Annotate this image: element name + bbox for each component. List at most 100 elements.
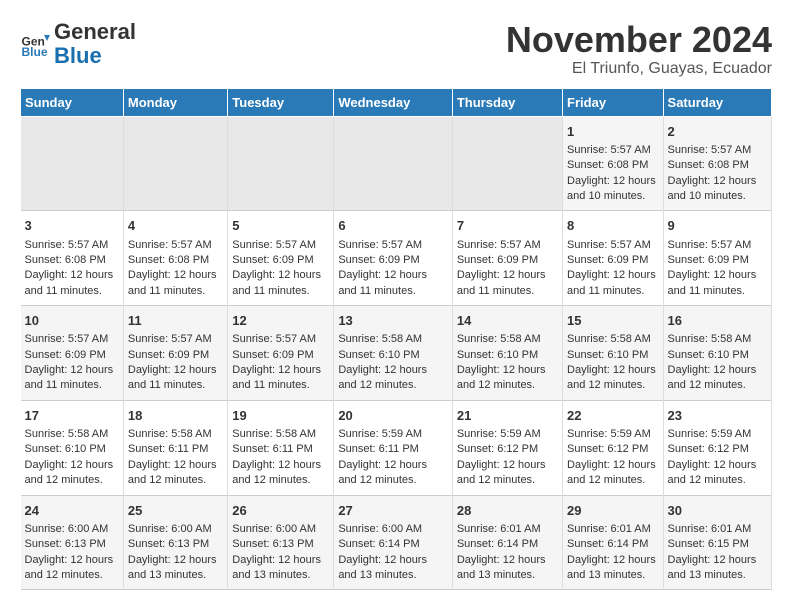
day-info: Sunrise: 5:59 AMSunset: 6:12 PMDaylight:…	[567, 428, 656, 486]
weekday-header-row: SundayMondayTuesdayWednesdayThursdayFrid…	[21, 88, 772, 116]
day-number: 10	[25, 312, 119, 330]
day-number: 17	[25, 407, 119, 425]
calendar-cell: 27 Sunrise: 6:00 AMSunset: 6:14 PMDayligh…	[334, 495, 453, 590]
calendar-cell: 2 Sunrise: 5:57 AMSunset: 6:08 PMDaylight…	[663, 116, 771, 211]
calendar-cell: 1 Sunrise: 5:57 AMSunset: 6:08 PMDaylight…	[563, 116, 664, 211]
day-info: Sunrise: 5:58 AMSunset: 6:10 PMDaylight:…	[567, 333, 656, 391]
day-number: 24	[25, 502, 119, 520]
day-info: Sunrise: 5:58 AMSunset: 6:11 PMDaylight:…	[128, 428, 217, 486]
day-info: Sunrise: 5:57 AMSunset: 6:09 PMDaylight:…	[338, 239, 427, 297]
calendar-cell	[123, 116, 227, 211]
calendar-cell: 19 Sunrise: 5:58 AMSunset: 6:11 PMDayligh…	[228, 400, 334, 495]
calendar-week-row: 10 Sunrise: 5:57 AMSunset: 6:09 PMDayligh…	[21, 306, 772, 401]
day-number: 20	[338, 407, 448, 425]
calendar-cell: 15 Sunrise: 5:58 AMSunset: 6:10 PMDayligh…	[563, 306, 664, 401]
day-info: Sunrise: 6:01 AMSunset: 6:15 PMDaylight:…	[668, 523, 757, 581]
day-number: 2	[668, 123, 767, 141]
calendar-week-row: 1 Sunrise: 5:57 AMSunset: 6:08 PMDaylight…	[21, 116, 772, 211]
weekday-header-thursday: Thursday	[452, 88, 562, 116]
day-number: 7	[457, 217, 558, 235]
day-info: Sunrise: 6:00 AMSunset: 6:13 PMDaylight:…	[128, 523, 217, 581]
calendar-cell: 30Sunrise: 6:01 AMSunset: 6:15 PMDayligh…	[663, 495, 771, 590]
calendar-cell: 28 Sunrise: 6:01 AMSunset: 6:14 PMDayligh…	[452, 495, 562, 590]
calendar-week-row: 3Sunrise: 5:57 AMSunset: 6:08 PMDaylight…	[21, 211, 772, 306]
calendar-cell: 4Sunrise: 5:57 AMSunset: 6:08 PMDaylight…	[123, 211, 227, 306]
day-info: Sunrise: 5:59 AMSunset: 6:11 PMDaylight:…	[338, 428, 427, 486]
calendar-cell: 3Sunrise: 5:57 AMSunset: 6:08 PMDaylight…	[21, 211, 124, 306]
day-info: Sunrise: 5:58 AMSunset: 6:10 PMDaylight:…	[338, 333, 427, 391]
day-number: 27	[338, 502, 448, 520]
day-info: Sunrise: 5:57 AMSunset: 6:09 PMDaylight:…	[25, 333, 114, 391]
calendar-cell: 25 Sunrise: 6:00 AMSunset: 6:13 PMDayligh…	[123, 495, 227, 590]
calendar-cell: 13 Sunrise: 5:58 AMSunset: 6:10 PMDayligh…	[334, 306, 453, 401]
day-info: Sunrise: 5:57 AMSunset: 6:09 PMDaylight:…	[128, 333, 217, 391]
day-info: Sunrise: 5:57 AMSunset: 6:09 PMDaylight:…	[232, 333, 321, 391]
calendar-cell	[21, 116, 124, 211]
day-number: 13	[338, 312, 448, 330]
logo-text: GeneralBlue	[54, 20, 136, 68]
day-number: 25	[128, 502, 223, 520]
day-info: Sunrise: 6:00 AMSunset: 6:14 PMDaylight:…	[338, 523, 427, 581]
calendar-cell	[452, 116, 562, 211]
calendar-cell: 5Sunrise: 5:57 AMSunset: 6:09 PMDaylight…	[228, 211, 334, 306]
day-info: Sunrise: 5:58 AMSunset: 6:11 PMDaylight:…	[232, 428, 321, 486]
day-info: Sunrise: 5:58 AMSunset: 6:10 PMDaylight:…	[25, 428, 114, 486]
day-number: 19	[232, 407, 329, 425]
logo: Gen Blue GeneralBlue	[20, 20, 136, 68]
calendar-cell: 17 Sunrise: 5:58 AMSunset: 6:10 PMDayligh…	[21, 400, 124, 495]
day-number: 18	[128, 407, 223, 425]
day-number: 1	[567, 123, 659, 141]
weekday-header-monday: Monday	[123, 88, 227, 116]
day-info: Sunrise: 5:58 AMSunset: 6:10 PMDaylight:…	[457, 333, 546, 391]
day-info: Sunrise: 6:01 AMSunset: 6:14 PMDaylight:…	[457, 523, 546, 581]
weekday-header-tuesday: Tuesday	[228, 88, 334, 116]
day-number: 15	[567, 312, 659, 330]
day-info: Sunrise: 5:57 AMSunset: 6:08 PMDaylight:…	[567, 144, 656, 202]
calendar-cell: 26 Sunrise: 6:00 AMSunset: 6:13 PMDayligh…	[228, 495, 334, 590]
calendar-cell: 10 Sunrise: 5:57 AMSunset: 6:09 PMDayligh…	[21, 306, 124, 401]
day-number: 6	[338, 217, 448, 235]
day-info: Sunrise: 6:00 AMSunset: 6:13 PMDaylight:…	[232, 523, 321, 581]
weekday-header-sunday: Sunday	[21, 88, 124, 116]
day-number: 3	[25, 217, 119, 235]
day-info: Sunrise: 5:57 AMSunset: 6:09 PMDaylight:…	[567, 239, 656, 297]
month-title: November 2024	[506, 20, 772, 60]
day-number: 28	[457, 502, 558, 520]
calendar-cell: 23 Sunrise: 5:59 AMSunset: 6:12 PMDayligh…	[663, 400, 771, 495]
day-number: 12	[232, 312, 329, 330]
weekday-header-wednesday: Wednesday	[334, 88, 453, 116]
calendar-cell: 21 Sunrise: 5:59 AMSunset: 6:12 PMDayligh…	[452, 400, 562, 495]
day-info: Sunrise: 5:59 AMSunset: 6:12 PMDaylight:…	[457, 428, 546, 486]
day-number: 9	[668, 217, 767, 235]
day-info: Sunrise: 5:57 AMSunset: 6:08 PMDaylight:…	[668, 144, 757, 202]
day-info: Sunrise: 5:59 AMSunset: 6:12 PMDaylight:…	[668, 428, 757, 486]
weekday-header-saturday: Saturday	[663, 88, 771, 116]
calendar-cell: 16 Sunrise: 5:58 AMSunset: 6:10 PMDayligh…	[663, 306, 771, 401]
day-info: Sunrise: 5:58 AMSunset: 6:10 PMDaylight:…	[668, 333, 757, 391]
day-info: Sunrise: 6:01 AMSunset: 6:14 PMDaylight:…	[567, 523, 656, 581]
location-subtitle: El Triunfo, Guayas, Ecuador	[506, 60, 772, 78]
title-area: November 2024 El Triunfo, Guayas, Ecuado…	[506, 20, 772, 78]
day-number: 5	[232, 217, 329, 235]
day-number: 11	[128, 312, 223, 330]
day-number: 16	[668, 312, 767, 330]
calendar-cell: 8 Sunrise: 5:57 AMSunset: 6:09 PMDaylight…	[563, 211, 664, 306]
calendar-table: SundayMondayTuesdayWednesdayThursdayFrid…	[20, 88, 772, 591]
day-number: 8	[567, 217, 659, 235]
day-info: Sunrise: 5:57 AMSunset: 6:09 PMDaylight:…	[668, 239, 757, 297]
day-number: 23	[668, 407, 767, 425]
day-number: 26	[232, 502, 329, 520]
day-number: 14	[457, 312, 558, 330]
calendar-cell: 18 Sunrise: 5:58 AMSunset: 6:11 PMDayligh…	[123, 400, 227, 495]
calendar-cell: 12 Sunrise: 5:57 AMSunset: 6:09 PMDayligh…	[228, 306, 334, 401]
day-number: 4	[128, 217, 223, 235]
day-info: Sunrise: 6:00 AMSunset: 6:13 PMDaylight:…	[25, 523, 114, 581]
calendar-cell: 29Sunrise: 6:01 AMSunset: 6:14 PMDayligh…	[563, 495, 664, 590]
day-number: 21	[457, 407, 558, 425]
calendar-cell: 22Sunrise: 5:59 AMSunset: 6:12 PMDayligh…	[563, 400, 664, 495]
calendar-cell: 14 Sunrise: 5:58 AMSunset: 6:10 PMDayligh…	[452, 306, 562, 401]
calendar-week-row: 24 Sunrise: 6:00 AMSunset: 6:13 PMDayligh…	[21, 495, 772, 590]
page-header: Gen Blue GeneralBlue November 2024 El Tr…	[20, 20, 772, 78]
calendar-cell: 20 Sunrise: 5:59 AMSunset: 6:11 PMDayligh…	[334, 400, 453, 495]
calendar-cell: 6 Sunrise: 5:57 AMSunset: 6:09 PMDaylight…	[334, 211, 453, 306]
